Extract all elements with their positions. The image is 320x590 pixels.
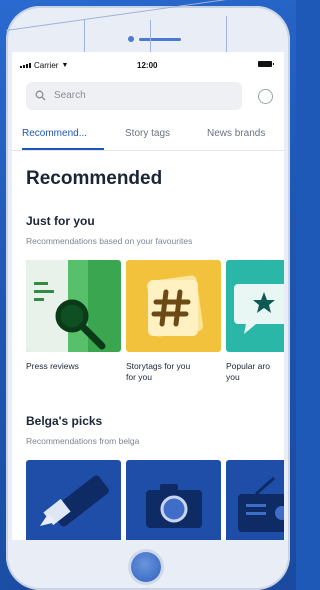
- active-tab-indicator: [22, 148, 104, 150]
- card-storytags[interactable]: Storytags for you for you: [126, 260, 221, 383]
- camera-icon: [146, 484, 202, 528]
- profile-icon[interactable]: [258, 89, 273, 104]
- search-input[interactable]: Search: [26, 82, 242, 110]
- home-button[interactable]: [131, 552, 161, 582]
- carrier-label: Carrier: [34, 61, 59, 70]
- search-icon: [35, 90, 46, 101]
- card-tile: [26, 460, 121, 540]
- camera-icon: [128, 36, 134, 42]
- status-bar: Carrier ▼ 12:00: [12, 52, 284, 80]
- tab-story-tags[interactable]: Story tags: [125, 128, 170, 139]
- page-title: Recommended: [26, 168, 163, 189]
- wifi-icon: ▼: [61, 62, 69, 69]
- card-tile: [226, 260, 284, 352]
- radio-icon: [238, 476, 284, 532]
- card-label-line: Storytags for you: [126, 361, 191, 371]
- clock: 12:00: [137, 61, 158, 70]
- hashtag-icon: [146, 275, 204, 337]
- tab-bar: Recommend... Story tags News brands: [12, 120, 284, 151]
- card-belga-pick-1[interactable]: [26, 460, 121, 540]
- card-tile: [26, 260, 121, 352]
- app-screen: Carrier ▼ 12:00 Search Recommend... Stor…: [12, 52, 284, 540]
- card-press-reviews[interactable]: Press reviews: [26, 260, 121, 372]
- magnifier-document-icon: [26, 260, 106, 352]
- card-label-line: Popular aro: [226, 361, 270, 371]
- marker-pen-icon: [40, 475, 109, 527]
- card-tile: [126, 460, 221, 540]
- section-title: Just for you: [26, 214, 95, 228]
- section-subtitle: Recommendations from belga: [26, 436, 140, 446]
- card-tile: [226, 460, 284, 540]
- card-label-line: you: [226, 372, 240, 382]
- battery-icon: [258, 61, 274, 67]
- section-title: Belga's picks: [26, 414, 103, 428]
- card-label: Press reviews: [26, 361, 79, 371]
- section-subtitle: Recommendations based on your favourites: [26, 236, 193, 246]
- card-label: Storytags for you for you: [126, 361, 221, 383]
- card-belga-pick-3[interactable]: [226, 460, 284, 540]
- star-chat-icon: [234, 284, 284, 334]
- card-popular[interactable]: Popular aro you: [226, 260, 284, 383]
- card-tile: [126, 260, 221, 352]
- signal-icon: [20, 63, 31, 68]
- search-placeholder: Search: [54, 90, 86, 101]
- card-label: Popular aro you: [226, 361, 284, 383]
- tab-news-brands[interactable]: News brands: [207, 128, 265, 139]
- tab-recommended[interactable]: Recommend...: [22, 128, 87, 139]
- card-label-line: for you: [126, 372, 152, 382]
- card-belga-pick-2[interactable]: [126, 460, 221, 540]
- speaker-grille: [139, 38, 181, 41]
